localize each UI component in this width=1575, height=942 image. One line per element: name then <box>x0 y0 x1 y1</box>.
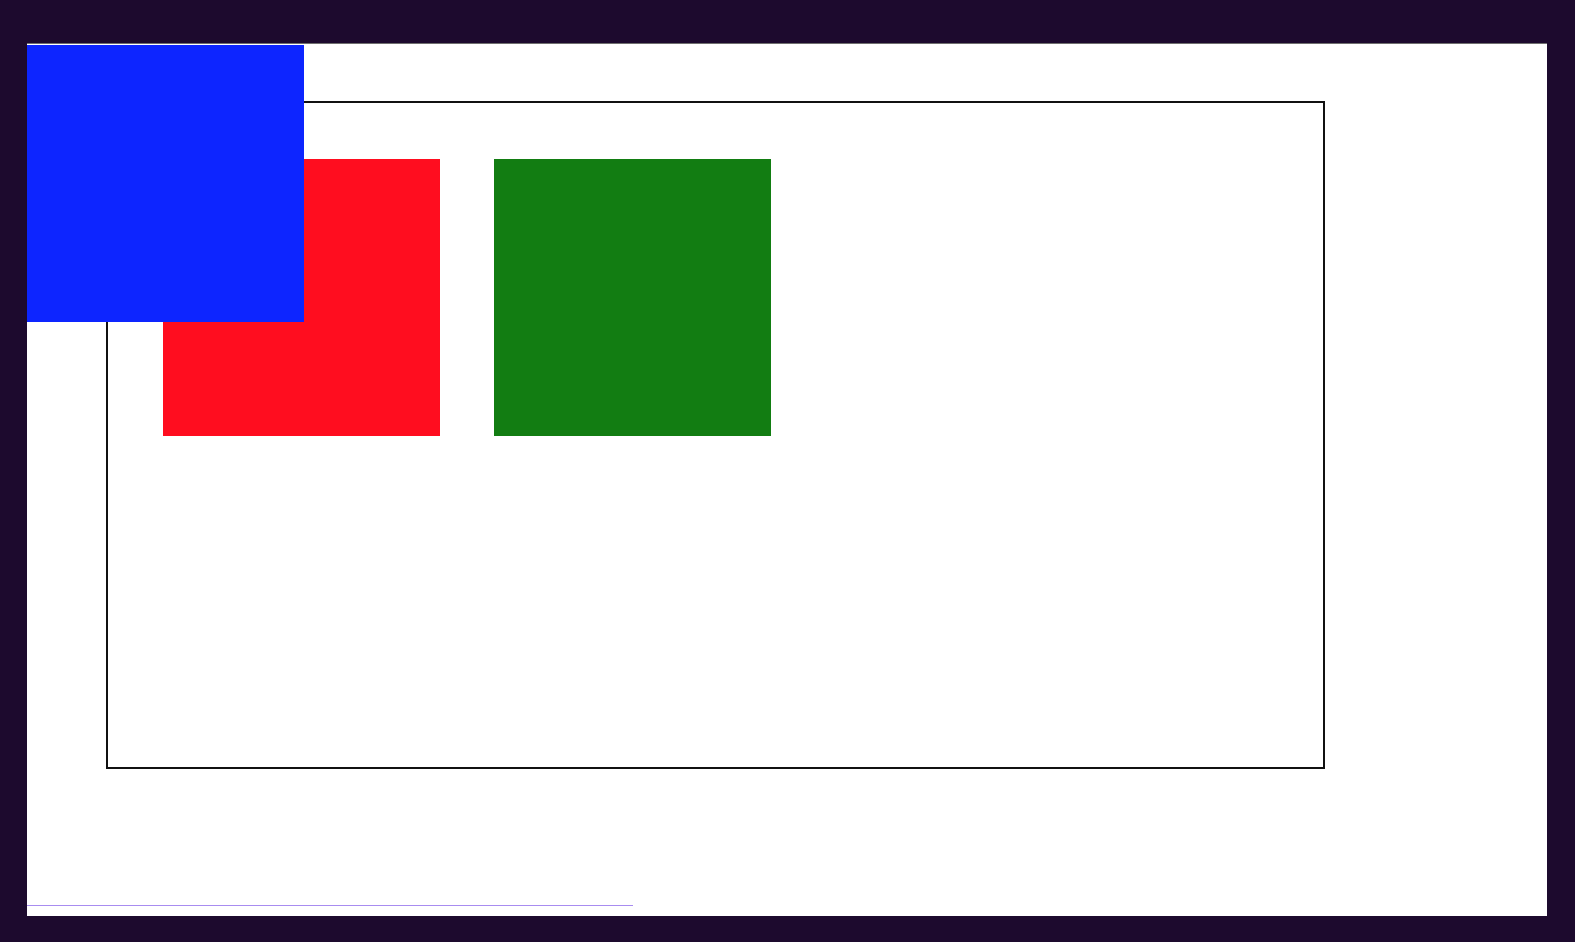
horizontal-scroll-indicator[interactable] <box>27 905 633 906</box>
browser-viewport <box>27 43 1547 916</box>
green-square <box>494 159 771 436</box>
blue-square <box>27 45 304 322</box>
